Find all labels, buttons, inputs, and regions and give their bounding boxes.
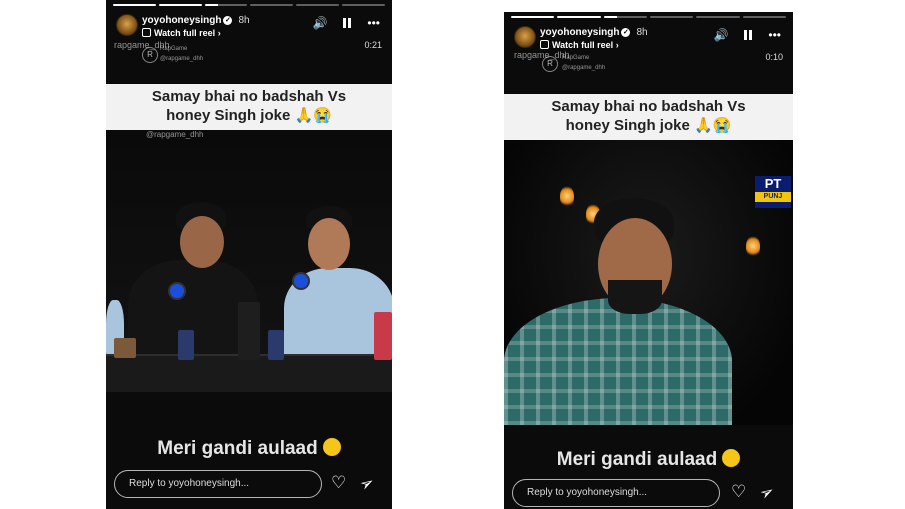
speaker-icon[interactable]: 🔊 [713,28,728,42]
watermark-brand: RapGame [160,46,188,52]
can [268,330,284,360]
watch-full-reel-link[interactable]: Watch full reel › [142,28,221,38]
more-options-icon[interactable]: ••• [367,16,380,30]
video-duration: 0:21 [364,40,382,50]
watermark-handle-mid: @rapgame_dhh [146,130,204,139]
username[interactable]: yoyohoneysingh [142,15,221,26]
person-left-head [180,216,224,268]
watermark-brand: RapGame [562,55,590,61]
more-options-icon[interactable]: ••• [768,28,781,42]
bottle [374,312,392,360]
watermark-brand-handle: @rapgame_dhh [562,65,606,71]
watermark-logo-icon: R [542,56,558,72]
heart-icon[interactable]: ♡ [731,482,746,502]
thermos [238,302,260,360]
chevron-right-icon: › [217,28,221,38]
cup [114,338,136,358]
video-frame-podcast: @rapgame_dhh [106,130,392,392]
send-icon[interactable]: ➢ [356,472,378,496]
crying-emoji-icon: 😭 [712,117,732,134]
watermark-brand-handle: @rapgame_dhh [160,56,204,62]
story-viewer-right: yoyohoneysingh ✓ 8h Watch full reel › 🔊 ••… [504,12,793,509]
light-bulb [560,186,574,206]
watch-full-reel-link[interactable]: Watch full reel › [540,40,619,50]
person-shirt [504,298,732,425]
reply-input[interactable]: Reply to yoyohoneysingh... [114,470,322,498]
chevron-right-icon: › [615,40,619,50]
pray-emoji-icon: 🙏 [294,107,314,124]
post-time: 8h [636,27,648,38]
pray-emoji-icon: 🙏 [693,117,713,134]
story-progress-bar [511,16,786,18]
username[interactable]: yoyohoneysingh [540,27,619,38]
verified-badge-icon: ✓ [621,27,631,37]
video-frame-interview: PT PUNJ rapgame_dhh [504,140,793,425]
pause-icon[interactable] [744,30,753,40]
video-duration: 0:10 [765,52,783,62]
can [178,330,194,360]
post-time: 8h [238,15,250,26]
person-right-head [308,218,350,270]
laughing-emoji-icon [722,449,741,467]
microphone-icon [292,272,310,290]
watermark-logo-icon: R [142,47,158,63]
reel-icon [540,40,549,49]
reel-caption: Samay bhai no badshah Vs honey Singh jok… [106,84,392,131]
story-viewer-left: yoyohoneysingh ✓ 8h Watch full reel › 🔊 ••… [106,0,392,509]
reel-caption: Samay bhai no badshah Vs honey Singh jok… [504,94,793,141]
bottom-caption: Meri gandi aulaad [504,449,793,471]
beard [608,280,662,314]
microphone-icon [168,282,186,300]
heart-icon[interactable]: ♡ [331,473,346,493]
verified-badge-icon: ✓ [223,15,233,25]
laughing-emoji-icon [322,438,341,456]
crying-emoji-icon: 😭 [313,107,332,124]
send-icon[interactable]: ➢ [756,481,778,505]
story-progress-bar [113,4,385,6]
light-bulb [746,236,760,256]
avatar[interactable] [514,26,536,48]
reel-icon [142,28,151,37]
avatar[interactable] [116,14,138,36]
reply-input[interactable]: Reply to yoyohoneysingh... [512,479,720,507]
pause-icon[interactable] [343,18,352,28]
channel-logo: PT PUNJ [755,176,791,208]
bottom-caption: Meri gandi aulaad [106,438,392,460]
speaker-icon[interactable]: 🔊 [312,16,327,30]
